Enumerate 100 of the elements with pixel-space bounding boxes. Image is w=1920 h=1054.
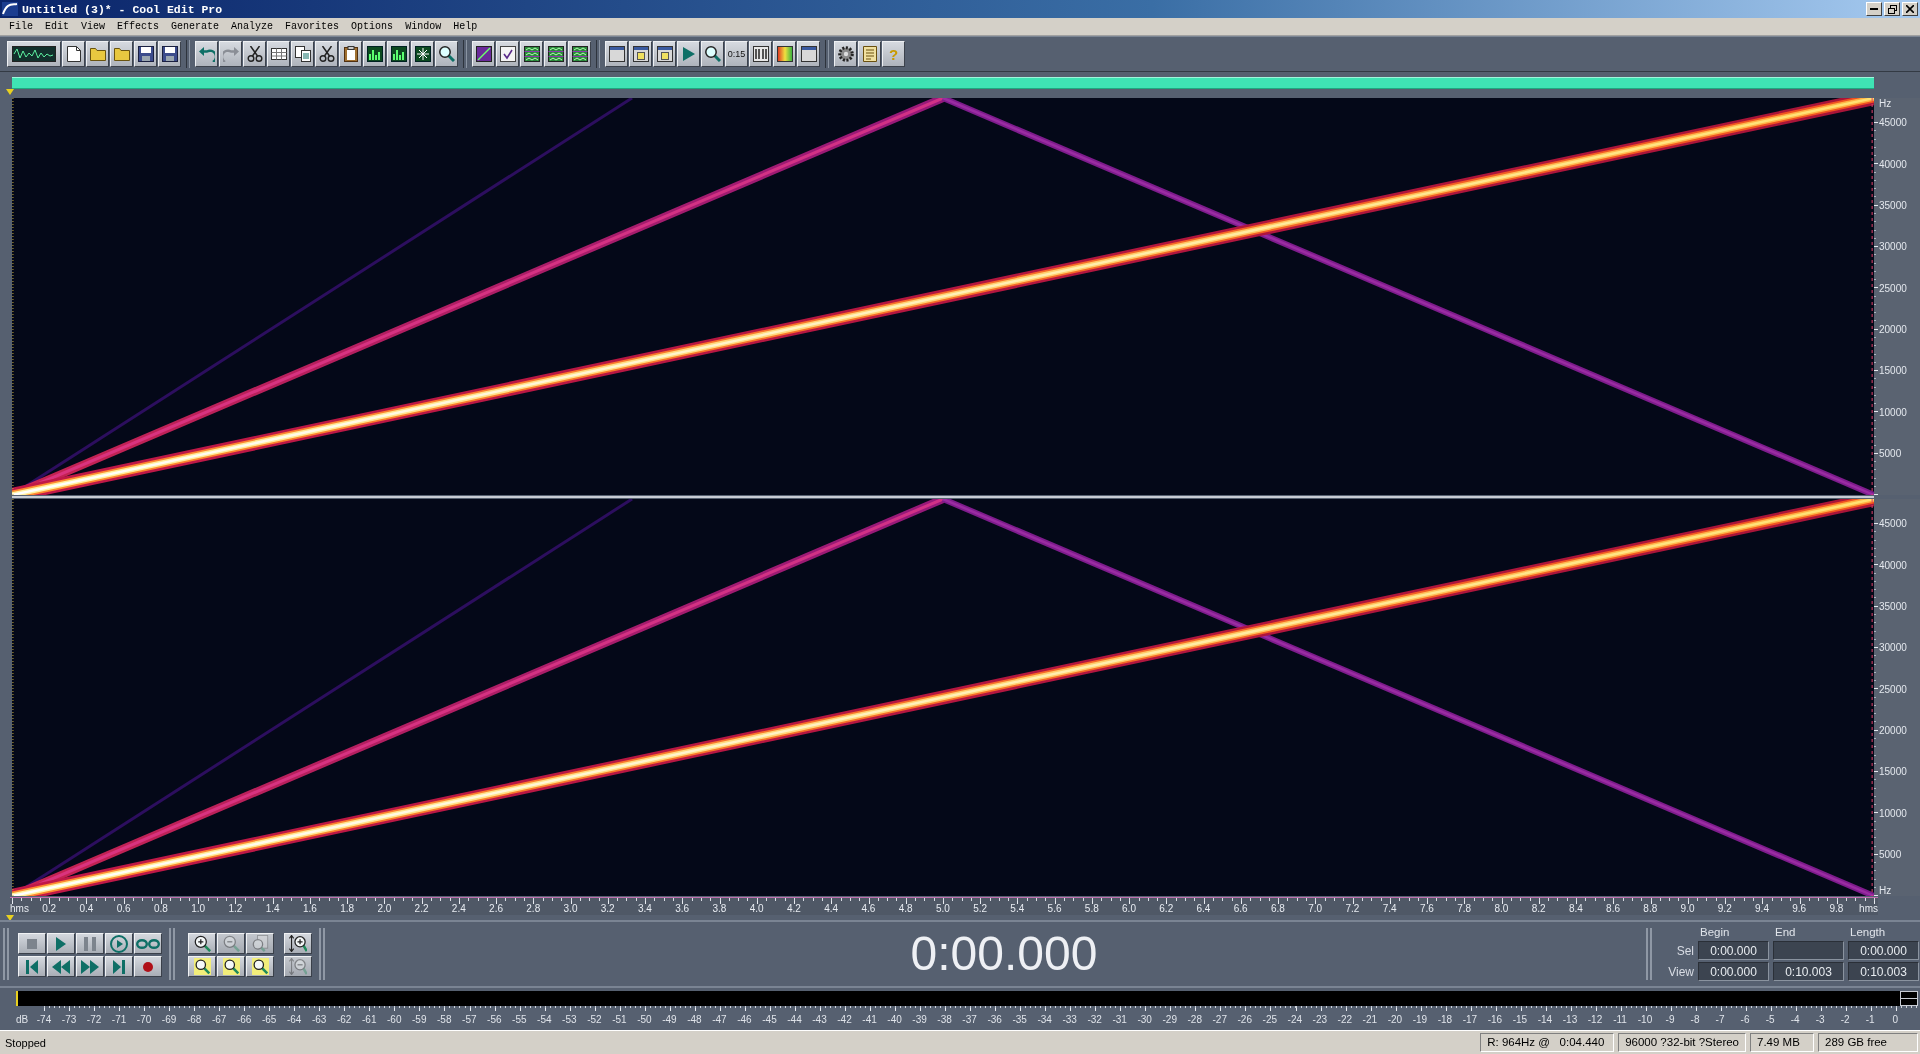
toolbar-button[interactable] <box>110 41 133 67</box>
menu-item[interactable]: Generate <box>165 19 226 34</box>
zoom-button[interactable] <box>246 956 274 977</box>
toolbar-button[interactable] <box>773 41 796 67</box>
transport-button[interactable] <box>134 956 162 977</box>
frequency-label: 40000 <box>1879 559 1907 571</box>
menu-item[interactable]: Help <box>447 19 484 34</box>
menu-item[interactable]: Window <box>399 19 448 34</box>
toolbar-button[interactable] <box>411 41 434 67</box>
toolbar-button[interactable] <box>363 41 386 67</box>
marker-icon <box>6 89 14 95</box>
toolbar-button[interactable] <box>267 41 290 67</box>
zoom-button[interactable] <box>217 956 245 977</box>
toolbar-button[interactable] <box>86 41 109 67</box>
time-label: 5.0 <box>935 903 950 915</box>
time-label: 4.8 <box>898 903 913 915</box>
toolbar-button[interactable] <box>749 41 772 67</box>
menu-item[interactable]: Effects <box>111 19 166 34</box>
menu-item[interactable]: Edit <box>39 19 76 34</box>
transport-button[interactable] <box>105 933 133 954</box>
transport-button[interactable] <box>105 956 133 977</box>
toolbar-button[interactable] <box>496 41 519 67</box>
magnifier-icon <box>222 958 240 975</box>
time-label: 6.8 <box>1271 903 1285 915</box>
frequency-label: 30000 <box>1879 241 1907 253</box>
magnifier-icon <box>704 46 721 62</box>
toolbar-button[interactable] <box>315 41 338 67</box>
toolbar-button[interactable] <box>291 41 314 67</box>
time-field[interactable]: 0:10.003 <box>1848 962 1919 981</box>
toolbar-button[interactable] <box>568 41 591 67</box>
zoom-out-icon <box>222 935 240 952</box>
minimize-button[interactable] <box>1866 2 1882 16</box>
toolbar-button[interactable] <box>387 41 410 67</box>
transport-button[interactable] <box>134 933 162 954</box>
level-label: -15 <box>1512 1014 1528 1026</box>
time-display: 0:00.000 <box>910 928 1098 980</box>
menu-item[interactable]: File <box>3 19 39 34</box>
time-field[interactable]: 0:00.000 <box>1698 962 1769 981</box>
toolbar-button[interactable] <box>834 41 857 67</box>
toolbar-button[interactable] <box>134 41 157 67</box>
transport-button[interactable] <box>47 933 75 954</box>
toolbar-button[interactable] <box>158 41 181 67</box>
transport-button[interactable] <box>76 956 104 977</box>
frequency-label: 10000 <box>1879 807 1907 819</box>
toolbar-button[interactable] <box>195 41 218 67</box>
window-icon <box>608 46 625 62</box>
toolbar-button[interactable] <box>629 41 652 67</box>
time-label: 0.2 <box>42 903 57 915</box>
transport-button[interactable] <box>18 933 46 954</box>
restore-button[interactable] <box>1884 2 1900 16</box>
skip-forward-icon <box>113 959 125 974</box>
toolbar-button[interactable] <box>653 41 676 67</box>
toolbar-button[interactable] <box>605 41 628 67</box>
menu-item[interactable]: Favorites <box>279 19 346 34</box>
time-field[interactable] <box>1773 941 1844 960</box>
level-label: -18 <box>1437 1014 1453 1026</box>
menu-item[interactable]: View <box>75 19 112 34</box>
toolbar-button[interactable] <box>7 41 61 67</box>
time-label: 3.2 <box>600 903 615 915</box>
row-label: View <box>1668 964 1694 979</box>
toolbar-button[interactable] <box>544 41 567 67</box>
frequency-label: 15000 <box>1879 365 1907 377</box>
bars-icon <box>752 46 769 62</box>
menu-item[interactable]: Options <box>345 19 400 34</box>
toolbar-button[interactable] <box>62 41 85 67</box>
zoom-button[interactable] <box>284 933 312 954</box>
toolbar-button[interactable] <box>701 41 724 67</box>
transport-button[interactable] <box>18 956 46 977</box>
level-label: -53 <box>562 1014 577 1026</box>
app-icon <box>2 2 18 16</box>
toolbar-button[interactable]: 0:15 <box>725 41 748 67</box>
level-label: -2 <box>1840 1014 1850 1026</box>
axis-unit: Hz <box>1879 98 1892 109</box>
toolbar-button[interactable] <box>339 41 362 67</box>
time-field[interactable]: 0:10.003 <box>1773 962 1844 981</box>
toolbar-button[interactable] <box>677 41 700 67</box>
time-label: 1.8 <box>340 903 355 915</box>
folder-icon <box>89 47 106 61</box>
zoom-button[interactable] <box>188 933 216 954</box>
transport-button[interactable] <box>76 933 104 954</box>
toolbar-button[interactable] <box>219 41 242 67</box>
level-label: -13 <box>1562 1014 1578 1026</box>
close-button[interactable] <box>1902 2 1918 16</box>
scissors-icon <box>318 46 335 62</box>
frequency-label: 25000 <box>1879 282 1907 294</box>
time-field[interactable]: 0:00.000 <box>1848 941 1919 960</box>
transport-button[interactable] <box>47 956 75 977</box>
toolbar-button[interactable] <box>858 41 881 67</box>
frequency-label: 15000 <box>1879 766 1907 778</box>
toolbar-button[interactable] <box>520 41 543 67</box>
toolbar-button[interactable] <box>797 41 820 67</box>
toolbar-button[interactable] <box>243 41 266 67</box>
time-label: 3.0 <box>563 903 578 915</box>
toolbar-button[interactable] <box>435 41 458 67</box>
menu-item[interactable]: Analyze <box>225 19 280 34</box>
time-label: 9.8 <box>1829 903 1844 915</box>
zoom-button[interactable] <box>188 956 216 977</box>
toolbar-button[interactable] <box>472 41 495 67</box>
time-field[interactable]: 0:00.000 <box>1698 941 1769 960</box>
level-label: -1 <box>1865 1014 1875 1026</box>
